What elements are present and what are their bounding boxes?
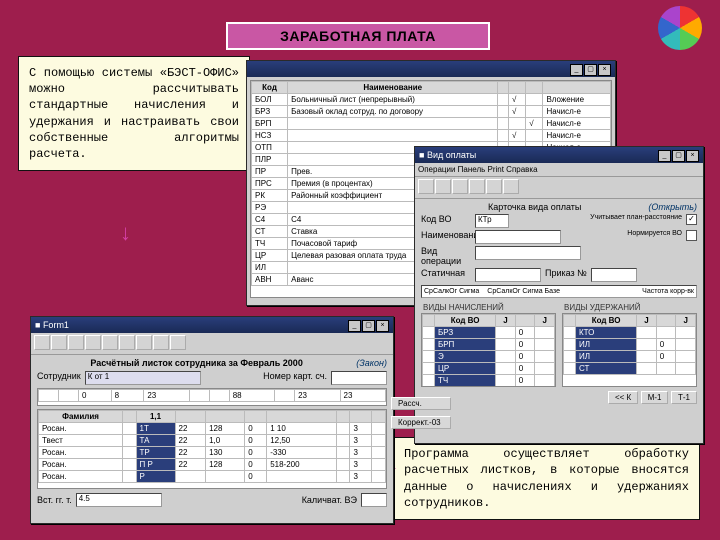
input-act[interactable]: [475, 268, 541, 282]
toolbar[interactable]: [31, 333, 393, 355]
max-icon[interactable]: ▢: [362, 320, 375, 332]
checkbox[interactable]: [686, 230, 697, 241]
label-chk1: Учитывает план-расстояние: [590, 214, 682, 228]
titlebar[interactable]: ■ Вид оплаты_▢×: [415, 147, 703, 163]
btn-m1[interactable]: M-1: [641, 391, 669, 404]
input-card[interactable]: [331, 371, 387, 385]
input-qty[interactable]: [361, 493, 387, 507]
menubar[interactable]: Операции Панель Print Справка: [415, 163, 703, 177]
algo-box: СрСалкОг СигмаСрСалкОг Сигма БазеЧастота…: [421, 285, 697, 298]
grid-deductions[interactable]: Код ВОJJКТОИЛ0ИЛ0СТ: [562, 313, 697, 387]
grid-accruals[interactable]: Код ВОJJБРЗ0БРП0Э0ЦР0ТЧ0: [421, 313, 556, 387]
input-prikaz[interactable]: [591, 268, 637, 282]
input-employee[interactable]: К от 1: [85, 371, 201, 385]
label-employee: Сотрудник: [37, 371, 81, 385]
close-icon[interactable]: ×: [376, 320, 389, 332]
toolbar[interactable]: [415, 177, 703, 199]
label-card: Номер карт. сч.: [263, 371, 327, 385]
max-icon[interactable]: ▢: [584, 64, 597, 76]
label-prikaz: Приказ №: [545, 268, 587, 282]
label-qty: Каличват. ВЭ: [302, 495, 357, 505]
page-title: ЗАРАБОТНАЯ ПЛАТА: [226, 22, 490, 50]
min-icon[interactable]: _: [658, 150, 671, 162]
min-icon[interactable]: _: [348, 320, 361, 332]
close-icon[interactable]: ×: [686, 150, 699, 162]
min-icon[interactable]: _: [570, 64, 583, 76]
input-cat[interactable]: [475, 246, 581, 260]
checkbox[interactable]: ✓: [686, 214, 697, 225]
btn-k[interactable]: << К: [608, 391, 638, 404]
callout-left: С помощью системы «БЭСТ-ОФИС» можно расс…: [18, 56, 250, 171]
label-footer: Вст. гг. т.: [37, 495, 72, 505]
input-name[interactable]: [475, 230, 561, 244]
btn-calc[interactable]: Рассч.: [391, 397, 451, 410]
window-pay-type-card: ■ Вид оплаты_▢× Операции Панель Print Сп…: [414, 146, 704, 444]
close-icon[interactable]: ×: [598, 64, 611, 76]
payslip-grid[interactable]: Фамилия1,1Росан.1Т2212801 103ТвестТА221,…: [37, 409, 387, 489]
label-cat: Вид операции: [421, 246, 471, 266]
card-header: Карточка вида оплаты (Открыть): [421, 202, 697, 212]
section-deductions: ВИДЫ УДЕРЖАНИЙ: [564, 303, 697, 312]
max-icon[interactable]: ▢: [672, 150, 685, 162]
payslip-header: Расчётный листок сотрудника за Февраль 2…: [37, 358, 387, 368]
label-chk2: Нормируется ВО: [627, 230, 682, 244]
window-payslip: ■ Form1_▢× Расчётный листок сотрудника з…: [30, 316, 394, 524]
section-accruals: ВИДЫ НАЧИСЛЕНИЙ: [423, 303, 556, 312]
label-name: Наименование: [421, 230, 471, 244]
arrow-down-icon: ↓: [120, 220, 131, 246]
titlebar[interactable]: ■ Form1_▢×: [31, 317, 393, 333]
label-act: Статичная: [421, 268, 471, 282]
summary-row: 0823882323: [37, 388, 387, 406]
btn-correct[interactable]: Коррект.-03: [391, 416, 451, 429]
titlebar: _▢×: [247, 61, 615, 77]
callout-right: Программа осуществляет обработку расчетн…: [393, 437, 700, 520]
input-code[interactable]: КТр: [475, 214, 509, 228]
input-footer[interactable]: 4.5: [76, 493, 162, 507]
label-code: Код ВО: [421, 214, 471, 228]
button-row: << К M-1 Т-1: [421, 391, 697, 404]
color-wheel-logo: [658, 6, 702, 50]
btn-t1[interactable]: Т-1: [671, 391, 697, 404]
